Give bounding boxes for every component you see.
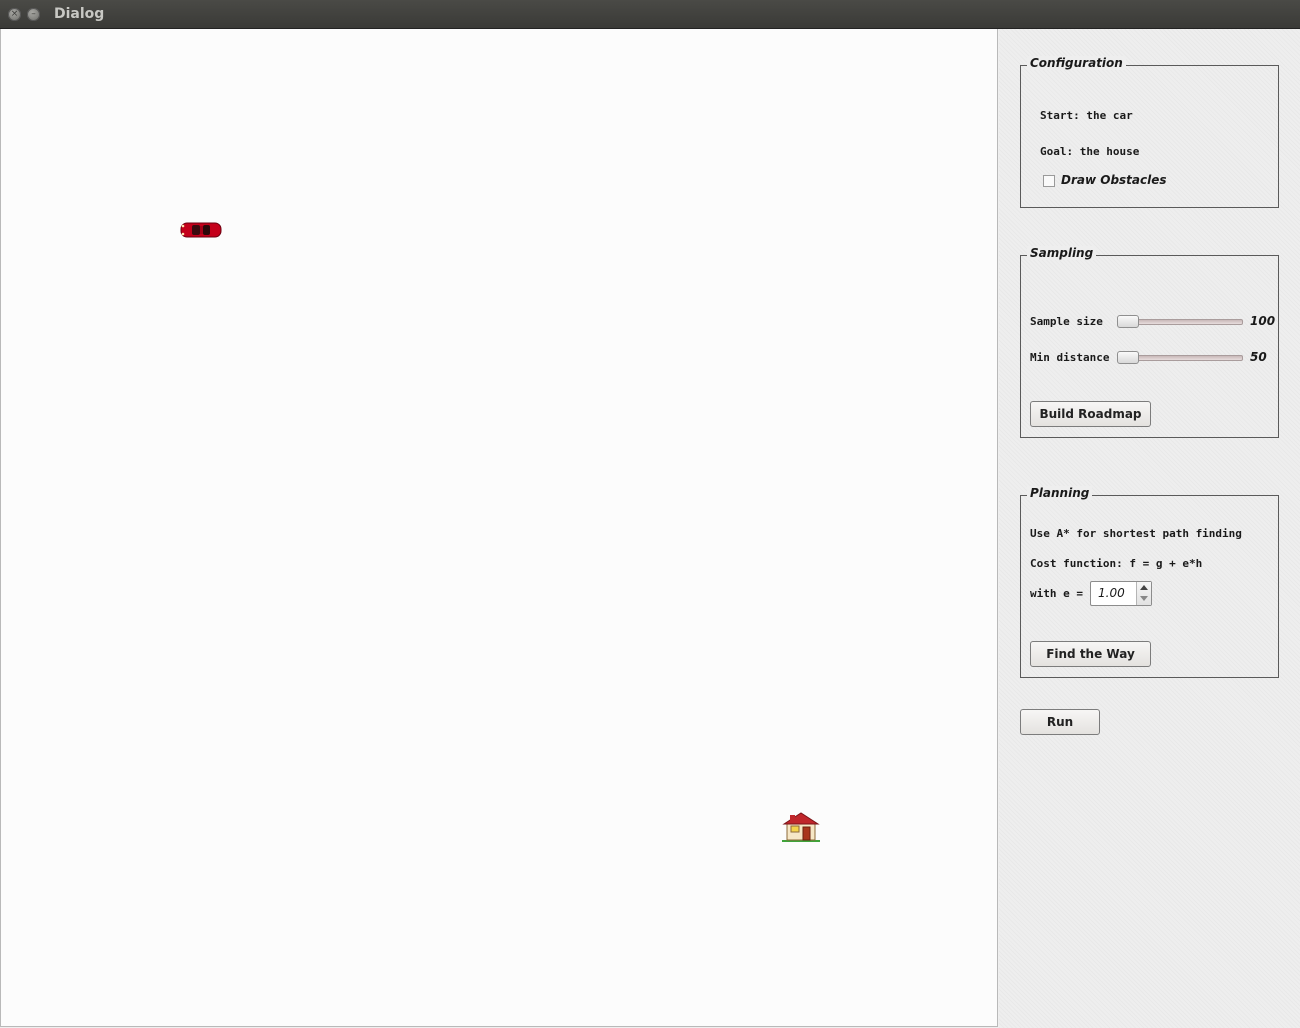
control-panel: Configuration Start: the car Goal: the h…: [999, 29, 1300, 1028]
window-title: Dialog: [54, 6, 105, 22]
cost-function-label: Cost function: f = g + e*h: [1030, 557, 1203, 570]
spin-down-icon[interactable]: [1140, 596, 1148, 601]
start-label: Start: the car: [1040, 109, 1133, 122]
sampling-group: Sampling Sample size 100 Min distance 50…: [1020, 246, 1279, 438]
build-roadmap-button[interactable]: Build Roadmap: [1030, 401, 1151, 427]
minimize-icon[interactable]: –: [27, 8, 40, 21]
min-distance-slider-handle[interactable]: [1117, 351, 1139, 364]
planning-group: Planning Use A* for shortest path findin…: [1020, 486, 1279, 678]
sampling-title: Sampling: [1027, 246, 1097, 260]
planning-description: Use A* for shortest path finding: [1030, 527, 1242, 540]
draw-obstacles-checkbox[interactable]: [1043, 175, 1055, 187]
house-icon: [782, 812, 820, 842]
e-spinbox[interactable]: 1.00: [1090, 581, 1152, 606]
spin-up-icon[interactable]: [1140, 585, 1148, 590]
find-the-way-button[interactable]: Find the Way: [1030, 641, 1151, 667]
configuration-group: Configuration Start: the car Goal: the h…: [1020, 56, 1279, 208]
title-bar: × – Dialog: [0, 0, 1300, 29]
spin-arrows[interactable]: [1136, 582, 1151, 605]
e-label: with e =: [1030, 587, 1083, 600]
close-icon[interactable]: ×: [8, 8, 21, 21]
run-button[interactable]: Run: [1020, 709, 1100, 735]
configuration-title: Configuration: [1027, 56, 1126, 70]
min-distance-label: Min distance: [1030, 351, 1110, 364]
min-distance-value: 50: [1250, 350, 1267, 364]
sample-size-slider-handle[interactable]: [1117, 315, 1139, 328]
sample-size-value: 100: [1250, 314, 1276, 328]
red-car-icon: [180, 222, 222, 238]
map-canvas[interactable]: [0, 29, 998, 1027]
sample-size-label: Sample size: [1030, 315, 1103, 328]
e-value[interactable]: 1.00: [1098, 586, 1125, 600]
draw-obstacles-label[interactable]: Draw Obstacles: [1061, 173, 1167, 187]
planning-title: Planning: [1027, 486, 1093, 500]
goal-label: Goal: the house: [1040, 145, 1140, 158]
